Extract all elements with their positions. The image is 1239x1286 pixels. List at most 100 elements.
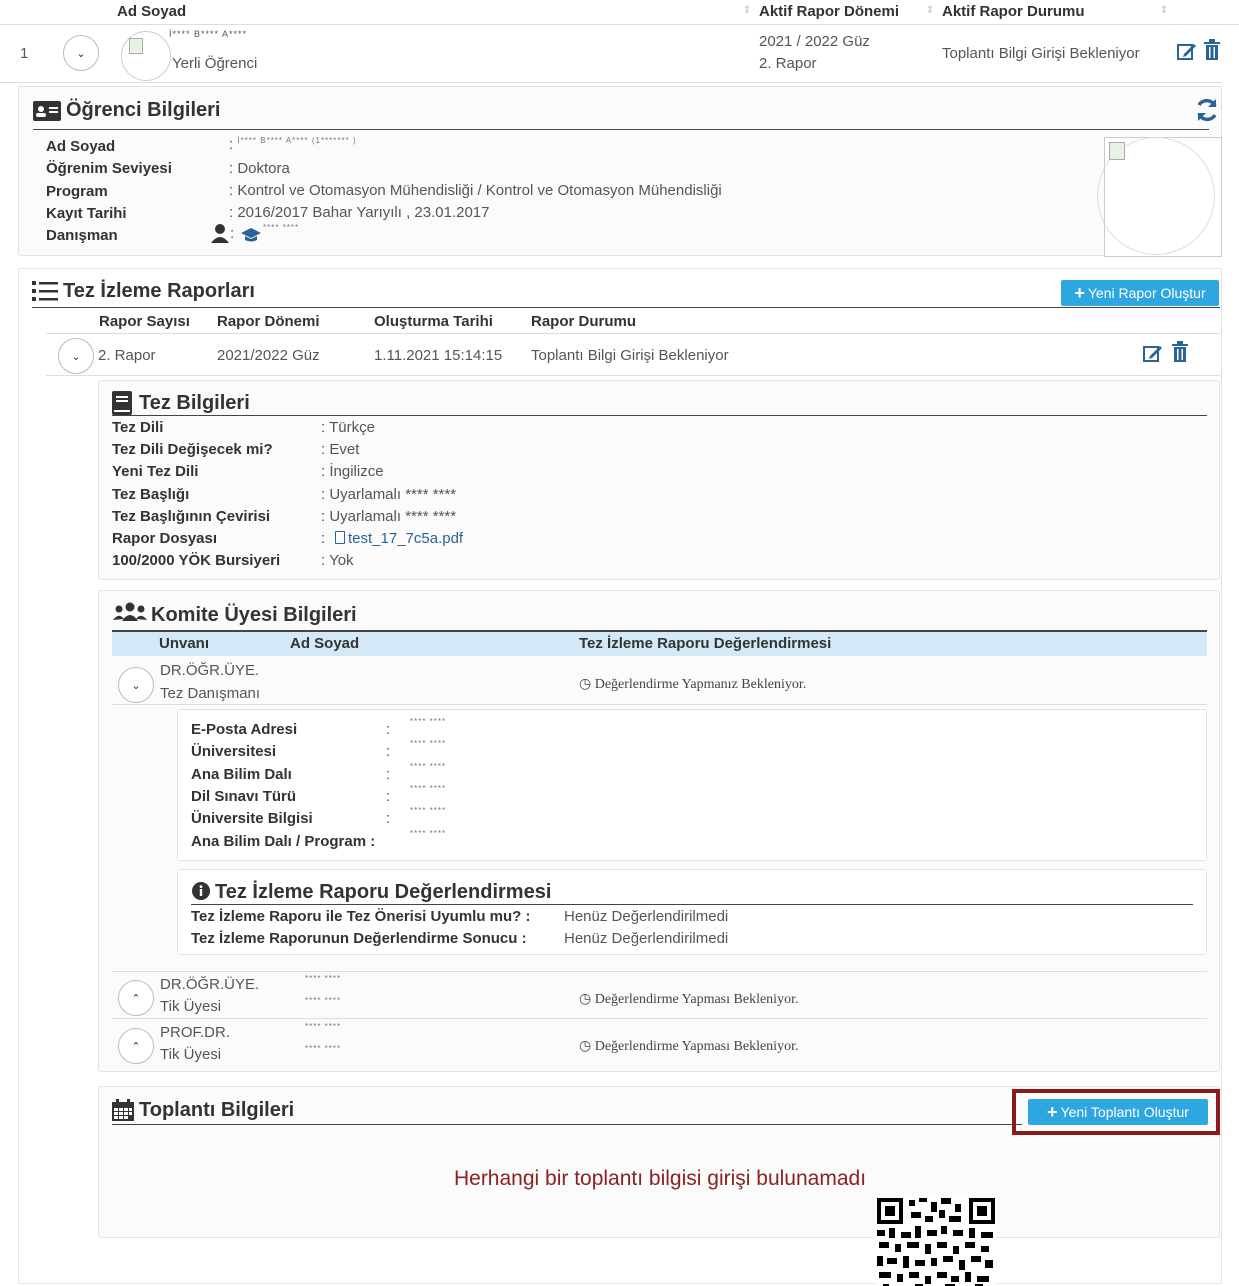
komite-panel: Komite Üyesi Bilgileri Unvanı Ad Soyad T… — [98, 590, 1220, 1072]
value: **** **** — [410, 784, 447, 793]
evaluation-panel: Tez İzleme Raporu Değerlendirmesi Tez İz… — [177, 869, 1207, 955]
label: Üniversitesi — [191, 743, 277, 760]
label: Program — [46, 183, 108, 200]
sort-icon[interactable]: ⇕ — [926, 5, 934, 16]
label: Kayıt Tarihi — [46, 205, 127, 222]
member-status: ◷ Değerlendirme Yapması Bekleniyor. — [579, 1039, 799, 1054]
chevron-up-icon[interactable]: ⌃ — [118, 980, 154, 1016]
advisor-name: **** **** — [263, 223, 300, 232]
rapor-durum: Toplantı Bilgi Girişi Bekleniyor — [942, 45, 1140, 62]
label: Dil Sınavı Türü — [191, 788, 297, 805]
table-row[interactable]: 1 ⌄ İ**** B**** A**** Yerli Öğrenci 2021… — [0, 25, 1222, 83]
label: Tez Başlığının Çevirisi — [112, 508, 271, 525]
value: **** **** — [410, 739, 447, 748]
pdf-link[interactable]: test_17_7c5a.pdf — [335, 530, 463, 547]
sep: : — [386, 788, 391, 805]
value: : — [230, 225, 235, 242]
chevron-down-icon[interactable]: ⌄ — [63, 35, 99, 71]
section-title: Toplantı Bilgileri — [139, 1099, 295, 1121]
section-title: Tez İzleme Raporu Değerlendirmesi — [215, 881, 552, 903]
label: Öğrenim Seviyesi — [46, 160, 172, 177]
label: Tez Dili — [112, 419, 164, 436]
label: 100/2000 YÖK Bursiyeri — [112, 552, 281, 569]
rapor-donem: 2021 / 2022 Güz — [759, 33, 870, 50]
value: **** **** — [410, 762, 447, 771]
section-title: Tez İzleme Raporları — [63, 280, 255, 302]
edit-icon[interactable] — [1143, 343, 1163, 367]
value: : Kontrol ve Otomasyon Mühendisliği / Ko… — [229, 182, 722, 199]
value: : Yok — [321, 552, 354, 569]
chevron-down-icon[interactable]: ⌄ — [118, 667, 154, 703]
olusturma-tarihi: 1.11.2021 15:14:15 — [374, 347, 503, 364]
col-header-rapor-durumu[interactable]: Aktif Rapor Durumu — [942, 3, 1085, 20]
id-card-icon — [33, 101, 61, 125]
member-status: ◷ Değerlendirme Yapmanız Bekleniyor. — [579, 677, 807, 692]
col-header-unvan: Unvanı — [159, 635, 210, 652]
col-header: Rapor Dönemi — [217, 313, 320, 330]
list-icon — [32, 280, 58, 306]
section-title: Tez Bilgileri — [139, 392, 250, 414]
member-status: ◷ Değerlendirme Yapması Bekleniyor. — [579, 992, 799, 1007]
new-meeting-button[interactable]: + Yeni Toplantı Oluştur — [1028, 1099, 1208, 1125]
col-header-ad-soyad[interactable]: Ad Soyad — [117, 3, 186, 20]
value: : 2016/2017 Bahar Yarıyılı , 23.01.2017 — [229, 204, 490, 221]
member-name: **** **** — [305, 1022, 342, 1031]
trash-icon[interactable] — [1203, 39, 1221, 65]
trash-icon[interactable] — [1171, 341, 1189, 367]
value: : Doktora — [229, 160, 290, 177]
clock-icon: ◷ — [579, 1039, 595, 1054]
file-pdf-icon — [335, 531, 345, 544]
label: Tez İzleme Raporu ile Tez Önerisi Uyumlu… — [191, 908, 531, 925]
label: Tez Başlığı — [112, 486, 190, 503]
section-title: Komite Üyesi Bilgileri — [151, 604, 357, 626]
student-photo — [1097, 137, 1222, 257]
refresh-icon[interactable] — [1194, 97, 1220, 127]
chevron-down-icon[interactable]: ⌄ — [58, 338, 94, 374]
sep: : — [386, 766, 391, 783]
user-icon — [211, 223, 229, 247]
label: Yeni Tez Dili — [112, 463, 199, 480]
table-row[interactable]: ⌄ 2. Rapor 2021/2022 Güz 1.11.2021 15:14… — [46, 334, 1220, 376]
section-title: Öğrenci Bilgileri — [66, 99, 221, 121]
label: Tez İzleme Raporunun Değerlendirme Sonuc… — [191, 930, 527, 947]
divider — [112, 1124, 1022, 1125]
label: Danışman — [46, 227, 118, 244]
label: Rapor Dosyası — [112, 530, 218, 547]
committee-table-header: Unvanı Ad Soyad Tez İzleme Raporu Değerl… — [112, 630, 1207, 656]
sort-icon[interactable]: ⇕ — [1160, 5, 1168, 16]
plus-icon: + — [1074, 282, 1085, 303]
col-header-rapor-donemi[interactable]: Aktif Rapor Dönemi — [759, 3, 899, 20]
rapor-sayisi: 2. Rapor — [98, 347, 156, 364]
student-type: Yerli Öğrenci — [172, 55, 258, 72]
plus-icon: + — [1047, 1101, 1058, 1122]
sep: : — [386, 810, 391, 827]
col-header: Oluşturma Tarihi — [374, 313, 493, 330]
rapor-durumu: Toplantı Bilgi Girişi Bekleniyor — [531, 347, 729, 364]
row-index: 1 — [20, 45, 29, 62]
value: Henüz Değerlendirilmedi — [564, 908, 729, 925]
sep: : — [386, 743, 391, 760]
student-name: İ**** B**** A**** — [169, 29, 248, 39]
ogrenci-panel: Öğrenci Bilgileri Ad Soyad : İ**** B****… — [18, 86, 1222, 257]
member-name: **** **** — [305, 996, 342, 1005]
sort-icon[interactable]: ⇕ — [743, 5, 751, 16]
member-role: Tik Üyesi — [160, 998, 222, 1015]
value: : Uyarlamalı **** **** — [321, 508, 457, 525]
value: **** **** — [410, 829, 447, 838]
divider — [32, 307, 1220, 308]
users-icon — [113, 602, 147, 626]
committee-member-row[interactable]: ⌃ DR.ÖĞR.ÜYE. Tik Üyesi **** **** **** *… — [112, 971, 1207, 1019]
committee-member-row[interactable]: ⌃ PROF.DR. Tik Üyesi **** **** **** ****… — [112, 1020, 1207, 1068]
edit-icon[interactable] — [1177, 41, 1197, 65]
clock-icon: ◷ — [579, 677, 595, 692]
committee-member-row[interactable]: ⌄ DR.ÖĞR.ÜYE. Tez Danışmanı ◷ Değerlendi… — [112, 657, 1207, 705]
value: : Uyarlamalı **** **** — [321, 486, 457, 503]
chevron-up-icon[interactable]: ⌃ — [118, 1028, 154, 1064]
member-role: Tez Danışmanı — [160, 685, 261, 702]
sep: : — [386, 721, 391, 738]
col-header: Rapor Durumu — [531, 313, 636, 330]
label: Ana Bilim Dalı / Program : — [191, 833, 376, 850]
member-title: DR.ÖĞR.ÜYE. — [160, 662, 260, 679]
value: : İngilizce — [321, 463, 384, 480]
new-report-button[interactable]: + Yeni Rapor Oluştur — [1061, 280, 1219, 306]
